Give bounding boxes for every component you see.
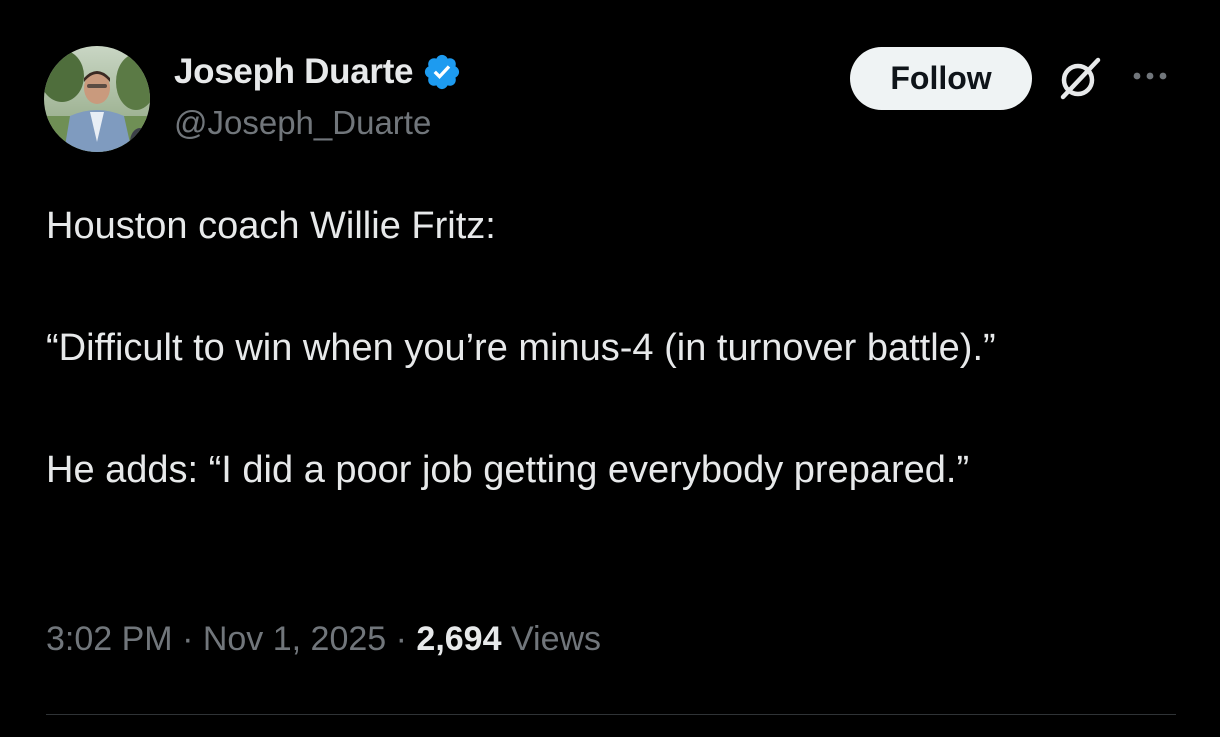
more-dots-icon[interactable] — [1131, 66, 1171, 86]
tweet-card: Joseph Duarte @Joseph_Duarte Follow Hous… — [0, 0, 1220, 737]
author-display-name[interactable]: Joseph Duarte — [174, 52, 414, 92]
author-name-row: Joseph Duarte — [174, 52, 462, 92]
paragraph-break — [46, 379, 1176, 440]
tweet-text-line: “Difficult to win when you’re minus-4 (i… — [46, 327, 996, 369]
paragraph-break — [46, 257, 1176, 318]
avatar[interactable] — [44, 46, 150, 152]
meta-separator: · — [172, 620, 203, 658]
grok-icon[interactable] — [1054, 54, 1104, 104]
verified-badge-icon[interactable] — [422, 52, 462, 92]
author-handle[interactable]: @Joseph_Duarte — [174, 104, 462, 142]
views-count[interactable]: 2,694 — [416, 620, 501, 658]
author-block: Joseph Duarte @Joseph_Duarte — [174, 52, 462, 142]
follow-button[interactable]: Follow — [850, 47, 1032, 110]
tweet-time[interactable]: 3:02 PM — [46, 620, 173, 658]
tweet-text-line: Houston coach Willie Fritz: — [46, 205, 496, 247]
tweet-text: Houston coach Willie Fritz: “Difficult t… — [46, 196, 1176, 501]
tweet-date[interactable]: Nov 1, 2025 — [203, 620, 386, 658]
avatar-photo — [44, 46, 150, 152]
tweet-text-line: He adds: “I did a poor job getting every… — [46, 449, 970, 491]
divider — [46, 714, 1176, 715]
meta-separator: · — [386, 620, 417, 658]
views-label[interactable]: Views — [502, 620, 601, 658]
tweet-meta: 3:02 PM · Nov 1, 2025 · 2,694 Views — [46, 620, 601, 659]
